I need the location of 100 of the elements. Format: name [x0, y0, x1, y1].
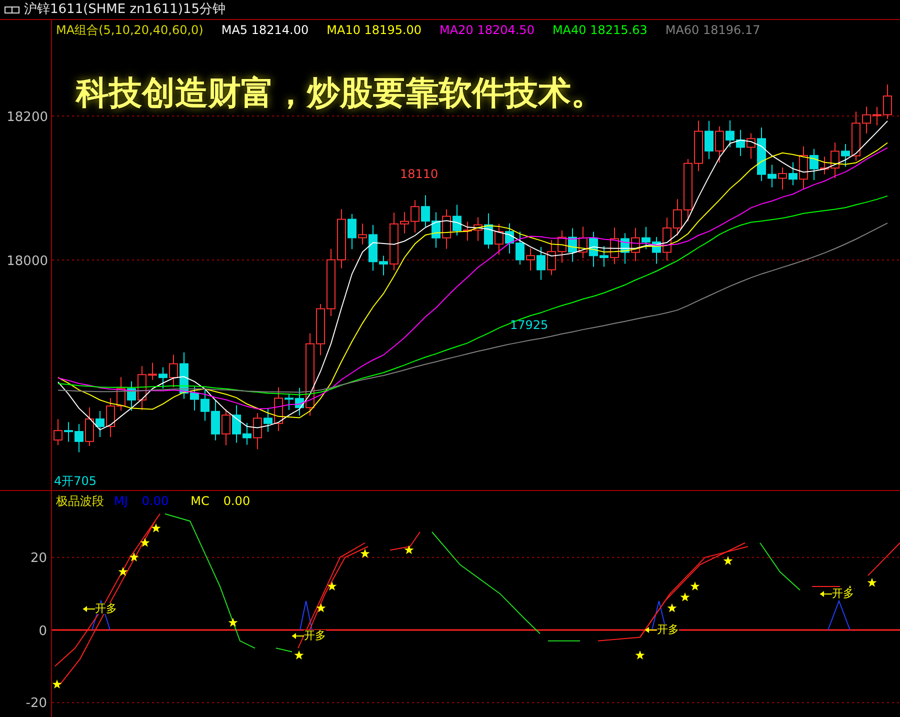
- indicator-value: 0.00: [142, 493, 169, 510]
- candle: [358, 223, 367, 246]
- star-icon: [316, 603, 326, 612]
- candle: [148, 362, 157, 380]
- legend-label: MA组合(5,10,20,40,60,0): [56, 22, 204, 39]
- candle: [127, 380, 136, 412]
- candle: [484, 212, 493, 250]
- candle: [610, 227, 619, 265]
- candle: [662, 217, 672, 262]
- axis-label: 0: [38, 623, 47, 641]
- candle: [368, 224, 378, 272]
- candle: [96, 410, 104, 438]
- star-icon: [228, 618, 238, 627]
- candle: [768, 164, 776, 188]
- price-annotation: 4开705: [54, 473, 97, 490]
- star-icon: [151, 523, 161, 532]
- indicator-label: MJ: [114, 493, 128, 510]
- indicator-value: 0.00: [223, 493, 250, 510]
- candle: [547, 240, 556, 276]
- arrow-icon: [82, 606, 96, 612]
- price-annotation: 18110: [400, 166, 438, 183]
- signal-label: 开多: [95, 603, 117, 614]
- candle: [474, 216, 482, 242]
- candle: [463, 221, 472, 242]
- candle: [516, 231, 524, 266]
- candle: [211, 400, 220, 441]
- price-annotation: 17925: [510, 317, 548, 334]
- candle: [631, 227, 640, 262]
- candle: [337, 208, 346, 269]
- candle: [746, 132, 756, 160]
- candle: [642, 226, 650, 250]
- candle: [620, 232, 630, 264]
- indicator-label: MC: [190, 493, 210, 510]
- candle: [852, 111, 860, 162]
- signal-label: 开多: [832, 588, 854, 599]
- candle: [242, 422, 252, 446]
- candle: [778, 166, 787, 190]
- candle: [820, 156, 829, 175]
- link-icon: [4, 6, 20, 14]
- candle: [316, 304, 325, 356]
- candle: [673, 198, 682, 236]
- candle: [726, 120, 734, 148]
- arrow-icon: [820, 591, 832, 597]
- candle: [400, 212, 409, 234]
- legend-label: MA20 18204.50: [440, 22, 534, 39]
- candle: [452, 204, 462, 236]
- candle: [295, 387, 304, 416]
- candle: [64, 422, 73, 442]
- candle: [106, 397, 115, 438]
- star-icon: [360, 548, 370, 558]
- star-icon: [140, 538, 150, 547]
- star-icon: [723, 556, 733, 566]
- star-icon: [635, 650, 645, 660]
- candle: [169, 354, 178, 388]
- candle: [757, 127, 766, 182]
- candle: [841, 144, 850, 168]
- candle: [180, 352, 188, 400]
- candle: [694, 120, 703, 172]
- candle: [715, 126, 724, 163]
- candle: [568, 228, 577, 262]
- candle: [54, 418, 62, 446]
- candle: [862, 106, 871, 134]
- candle: [589, 231, 598, 268]
- candle: [138, 366, 146, 411]
- signal-label: 开多: [657, 624, 679, 635]
- legend-label: MA60 18196.17: [665, 22, 760, 39]
- candle: [116, 376, 126, 412]
- star-icon: [129, 552, 139, 562]
- candle: [200, 389, 210, 422]
- candle: [379, 255, 388, 276]
- candle: [684, 158, 692, 222]
- candle: [883, 84, 892, 120]
- arrow-icon: [292, 633, 304, 639]
- candle: [390, 212, 398, 271]
- star-icon: [667, 603, 677, 612]
- star-icon: [118, 566, 128, 576]
- signal-label: 开多: [304, 630, 326, 641]
- candle: [736, 129, 745, 156]
- legend-label: MA10 18195.00: [326, 22, 422, 39]
- candle: [652, 236, 661, 264]
- star-icon: [680, 592, 690, 602]
- star-icon: [52, 679, 62, 688]
- candle: [190, 386, 199, 412]
- candle: [274, 386, 283, 432]
- candle: [253, 412, 262, 450]
- arrow-icon: [644, 627, 658, 633]
- candle: [432, 212, 440, 248]
- candle: [872, 106, 882, 126]
- indicator-title: 极品波段: [56, 493, 104, 510]
- candle: [799, 146, 808, 190]
- candle: [558, 230, 566, 264]
- candle: [410, 200, 420, 234]
- candle: [830, 142, 840, 179]
- candle: [348, 213, 356, 250]
- candle: [232, 404, 241, 444]
- candle: [442, 208, 451, 250]
- candle: [284, 393, 294, 410]
- axis-label: 18000: [6, 253, 48, 271]
- axis-label: 20: [30, 550, 47, 568]
- axis-label: -20: [26, 695, 47, 713]
